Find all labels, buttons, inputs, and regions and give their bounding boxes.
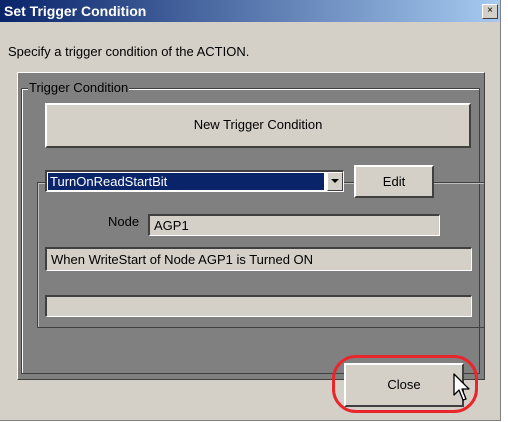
trigger-condition-label: Trigger Condition — [28, 80, 130, 95]
new-trigger-condition-button[interactable]: New Trigger Condition — [45, 103, 471, 148]
empty-info-field — [45, 295, 472, 317]
mouse-cursor-icon — [453, 373, 470, 401]
node-label: Node — [108, 214, 140, 229]
node-field: AGP1 — [148, 214, 440, 236]
dialog-description: Specify a trigger condition of the ACTIO… — [8, 44, 250, 59]
title-bar[interactable]: Set Trigger Condition × — [0, 0, 500, 22]
chevron-down-icon — [331, 179, 339, 183]
trigger-condition-dropdown[interactable]: TurnOnReadStartBit — [45, 170, 344, 192]
dropdown-selected-value: TurnOnReadStartBit — [48, 173, 324, 190]
close-icon[interactable]: × — [482, 4, 498, 19]
edit-button[interactable]: Edit — [354, 165, 434, 198]
dialog-title: Set Trigger Condition — [4, 3, 147, 19]
condition-description-field: When WriteStart of Node AGP1 is Turned O… — [45, 247, 472, 271]
dropdown-arrow-button[interactable] — [327, 172, 343, 191]
